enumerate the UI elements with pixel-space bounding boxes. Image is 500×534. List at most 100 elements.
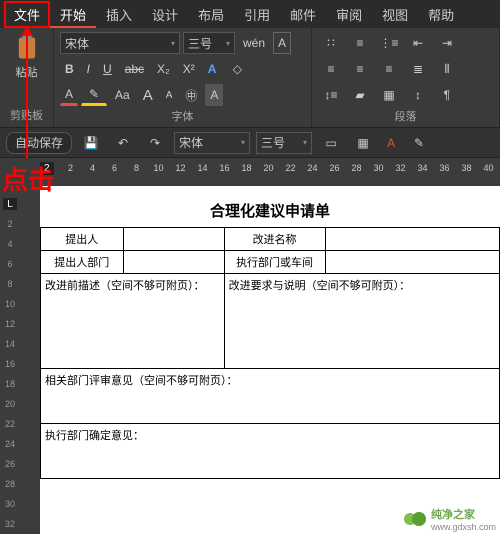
menu-review[interactable]: 审阅: [326, 1, 372, 28]
enclose-button[interactable]: ㊥: [180, 84, 202, 106]
ruler-tick: 28: [5, 474, 15, 494]
cell-exec-value[interactable]: [325, 251, 499, 274]
ruler-tick: 6: [7, 254, 12, 274]
menu-mail[interactable]: 邮件: [280, 1, 326, 28]
comment-icon: ✎: [411, 135, 427, 151]
shading-button[interactable]: ▰: [347, 84, 373, 106]
save-button[interactable]: 💾: [78, 132, 104, 154]
align-right-button[interactable]: ≡: [376, 58, 402, 80]
watermark-url: www.gdxsh.com: [431, 522, 496, 532]
ribbon: 粘贴 剪贴板 宋体▾ 三号▾ wén A B I U abc X₂: [0, 28, 500, 128]
cell-dept-value[interactable]: [123, 251, 224, 274]
menu-help[interactable]: 帮助: [418, 1, 464, 28]
qa-new-button[interactable]: ▭: [318, 132, 344, 154]
menu-view[interactable]: 视图: [372, 1, 418, 28]
ruler-tick: 14: [5, 334, 15, 354]
ruler-tick: 4: [7, 234, 12, 254]
font-color-button[interactable]: A: [60, 84, 78, 106]
table-row: 相关部门评审意见（空间不够可附页）：: [41, 369, 500, 424]
ruler-tick: 24: [5, 434, 15, 454]
align-right-icon: ≡: [381, 61, 397, 77]
menu-home[interactable]: 开始: [50, 1, 96, 28]
cell-exec-opinion[interactable]: 执行部门确定意见：: [41, 424, 500, 479]
justify-icon: ≣: [410, 61, 426, 77]
clear-format-button[interactable]: ◇: [224, 58, 250, 80]
paste-button[interactable]: 粘贴: [6, 32, 47, 82]
highlight-button[interactable]: ✎: [81, 84, 107, 106]
autosave-toggle[interactable]: 自动保存: [6, 132, 72, 154]
superscript-button[interactable]: X²: [178, 58, 200, 80]
qa-highlight-button[interactable]: A: [382, 132, 400, 154]
qa-table-button[interactable]: ▦: [350, 132, 376, 154]
borders-button[interactable]: ▦: [376, 84, 402, 106]
ruler-tick: 2: [7, 214, 12, 234]
cell-before-desc[interactable]: 改进前描述（空间不够可附页）：: [41, 274, 225, 369]
text-effect-button[interactable]: A: [203, 58, 222, 80]
menu-insert[interactable]: 插入: [96, 1, 142, 28]
highlight-icon: ✎: [86, 86, 102, 102]
ruler-tick: 28: [346, 163, 368, 173]
distribute-button[interactable]: ⫴: [434, 58, 460, 80]
char-shading-button[interactable]: A: [205, 84, 223, 106]
phonetic-button[interactable]: wén: [238, 32, 270, 54]
ruler-tick: 36: [434, 163, 456, 173]
undo-button[interactable]: ↶: [110, 132, 136, 154]
page-viewport[interactable]: 合理化建议申请单 提出人 改进名称 提出人部门 执行部门或车间: [20, 178, 500, 534]
justify-button[interactable]: ≣: [405, 58, 431, 80]
cell-proposer-value[interactable]: [123, 228, 224, 251]
subscript-button[interactable]: X₂: [152, 58, 175, 80]
ruler-corner: L: [3, 198, 17, 210]
redo-button[interactable]: ↷: [142, 132, 168, 154]
font-size-select[interactable]: 三号▾: [183, 32, 235, 54]
page-indicator: 2: [40, 162, 54, 175]
ruler-tick: 32: [390, 163, 412, 173]
indent-left-button[interactable]: ⇤: [405, 32, 431, 54]
cell-review[interactable]: 相关部门评审意见（空间不够可附页）：: [41, 369, 500, 424]
line-spacing-button[interactable]: ↕≡: [318, 84, 344, 106]
numbering-icon: ≡: [352, 35, 368, 51]
sort-button[interactable]: ↕: [405, 84, 431, 106]
qa-font-select[interactable]: 宋体▾: [174, 132, 250, 154]
menu-file[interactable]: 文件: [4, 1, 50, 28]
align-center-button[interactable]: ≡: [347, 58, 373, 80]
multilevel-button[interactable]: ⋮≡: [376, 32, 402, 54]
border-icon: ▦: [381, 87, 397, 103]
ruler-tick: 32: [5, 514, 15, 534]
underline-button[interactable]: U: [98, 58, 117, 80]
font-name-select[interactable]: 宋体▾: [60, 32, 180, 54]
qa-size-select[interactable]: 三号▾: [256, 132, 312, 154]
bold-button[interactable]: B: [60, 58, 79, 80]
cell-name-value[interactable]: [325, 228, 499, 251]
menu-layout[interactable]: 布局: [188, 1, 234, 28]
align-left-button[interactable]: ≡: [318, 58, 344, 80]
ruler-tick: 16: [5, 354, 15, 374]
document-icon: ▭: [323, 135, 339, 151]
grow-font-button[interactable]: A: [138, 84, 158, 106]
char-border-button[interactable]: A: [273, 32, 291, 54]
cell-requirements[interactable]: 改进要求与说明（空间不够可附页）：: [224, 274, 499, 369]
paste-label: 粘贴: [16, 64, 38, 80]
ruler-tick: 2: [60, 163, 82, 173]
leaf-icon: [403, 510, 427, 528]
paint-bucket-icon: ▰: [352, 87, 368, 103]
italic-button[interactable]: I: [82, 58, 95, 80]
indent-right-button[interactable]: ⇥: [434, 32, 460, 54]
vertical-ruler: L 2468101214161820222426283032: [0, 158, 20, 534]
indent-icon: ⇥: [439, 35, 455, 51]
change-case-button[interactable]: Aa: [110, 84, 135, 106]
shrink-font-button[interactable]: A: [161, 84, 178, 106]
menu-design[interactable]: 设计: [142, 1, 188, 28]
chevron-down-icon: ▾: [171, 39, 175, 48]
group-paragraph-label: 段落: [318, 106, 493, 124]
numbering-button[interactable]: ≡: [347, 32, 373, 54]
undo-icon: ↶: [115, 135, 131, 151]
qa-comment-button[interactable]: ✎: [406, 132, 432, 154]
bullets-button[interactable]: ∷: [318, 32, 344, 54]
ruler-tick: 26: [324, 163, 346, 173]
menu-ref[interactable]: 引用: [234, 1, 280, 28]
ruler-tick: 6: [104, 163, 126, 173]
strike-button[interactable]: abc: [120, 58, 149, 80]
show-marks-button[interactable]: ¶: [434, 84, 460, 106]
chevron-down-icon: ▾: [303, 138, 307, 147]
table-row: 执行部门确定意见：: [41, 424, 500, 479]
